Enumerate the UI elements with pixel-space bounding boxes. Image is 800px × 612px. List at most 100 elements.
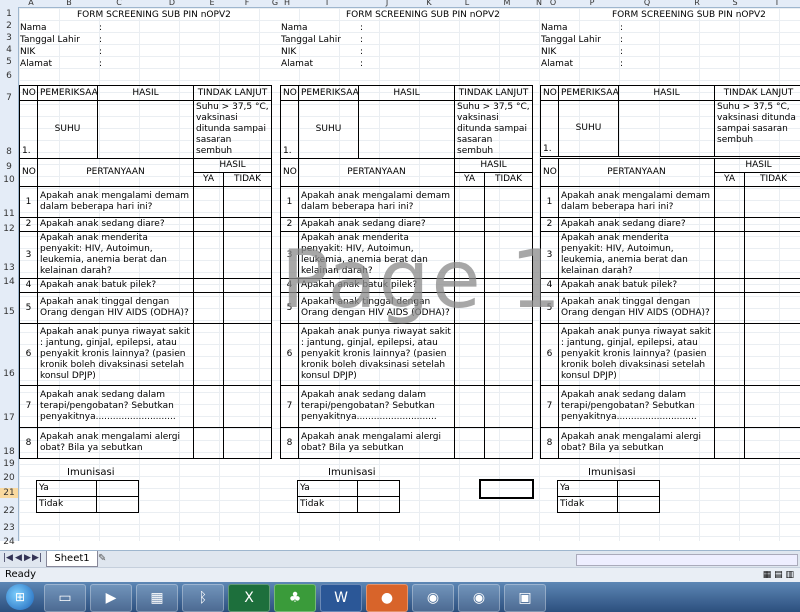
answer-tidak-cell[interactable] <box>744 231 800 279</box>
row-header[interactable]: 18 <box>0 447 18 457</box>
column-header[interactable]: I <box>320 0 334 7</box>
row-header[interactable]: 23 <box>0 523 18 533</box>
view-buttons[interactable]: ▦ ▤ ▥ <box>763 568 794 582</box>
row-header[interactable]: 7 <box>0 93 18 103</box>
answer-ya-cell[interactable] <box>193 292 224 324</box>
row-header[interactable]: 20 <box>0 473 18 483</box>
row-header[interactable]: 5 <box>0 57 18 67</box>
row-header[interactable]: 22 <box>0 506 18 516</box>
answer-ya-cell[interactable] <box>714 292 745 324</box>
answer-tidak-cell[interactable] <box>223 292 272 324</box>
column-header[interactable]: C <box>112 0 126 7</box>
word-icon[interactable]: W <box>320 584 362 612</box>
row-header-selected[interactable]: 21 <box>0 488 18 498</box>
sheet-tab-sheet1[interactable]: Sheet1 <box>46 551 98 567</box>
column-header[interactable]: D <box>165 0 179 7</box>
next-sheet-icon[interactable]: ▶ <box>24 553 31 563</box>
answer-ya-cell[interactable] <box>714 278 745 293</box>
answer-tidak-cell[interactable] <box>223 231 272 279</box>
row-header[interactable]: 6 <box>0 71 18 81</box>
column-header[interactable]: K <box>422 0 436 7</box>
explorer-icon[interactable]: ▭ <box>44 584 86 612</box>
answer-ya-cell[interactable] <box>193 278 224 293</box>
row-header[interactable]: 17 <box>0 413 18 423</box>
suhu-hasil-cell[interactable] <box>97 100 194 159</box>
answer-tidak-cell[interactable] <box>744 385 800 428</box>
column-header[interactable]: S <box>728 0 742 7</box>
answer-tidak-cell[interactable] <box>744 186 800 218</box>
windows-start-icon[interactable]: ⊞ <box>6 584 34 610</box>
answer-ya-cell[interactable] <box>193 323 224 386</box>
answer-ya-cell[interactable] <box>454 427 485 459</box>
answer-tidak-cell[interactable] <box>223 278 272 293</box>
answer-tidak-cell[interactable] <box>484 217 533 232</box>
horizontal-scrollbar[interactable] <box>576 554 798 566</box>
chrome-icon[interactable]: ◉ <box>458 584 500 612</box>
answer-ya-cell[interactable] <box>193 186 224 218</box>
row-header[interactable]: 16 <box>0 369 18 379</box>
column-header[interactable]: A <box>24 0 38 7</box>
column-header[interactable]: T <box>770 0 784 7</box>
answer-tidak-cell[interactable] <box>484 186 533 218</box>
row-header[interactable]: 2 <box>0 21 18 31</box>
row-header[interactable]: 3 <box>0 33 18 43</box>
answer-ya-cell[interactable] <box>454 186 485 218</box>
column-header[interactable]: L <box>460 0 474 7</box>
column-header[interactable]: M <box>500 0 514 7</box>
suhu-hasil-cell[interactable] <box>618 100 715 157</box>
answer-ya-cell[interactable] <box>714 427 745 459</box>
answer-tidak-cell[interactable] <box>744 292 800 324</box>
row-header[interactable]: 9 <box>0 162 18 172</box>
answer-ya-cell[interactable] <box>714 217 745 232</box>
column-header[interactable]: E <box>205 0 219 7</box>
insert-sheet-icon[interactable]: ✎ <box>98 553 106 564</box>
row-header[interactable]: 1 <box>0 9 18 19</box>
answer-tidak-cell[interactable] <box>484 323 533 386</box>
answer-tidak-cell[interactable] <box>484 427 533 459</box>
imunisasi-tidak-cell[interactable] <box>617 496 660 513</box>
column-header[interactable]: H <box>280 0 294 7</box>
suhu-hasil-cell[interactable] <box>358 100 455 159</box>
network-icon[interactable]: ▣ <box>504 584 546 612</box>
firefox-icon[interactable]: ● <box>366 584 408 612</box>
chrome-icon[interactable]: ◉ <box>412 584 454 612</box>
answer-tidak-cell[interactable] <box>744 217 800 232</box>
imunisasi-ya-cell[interactable] <box>617 480 660 497</box>
answer-ya-cell[interactable] <box>193 231 224 279</box>
answer-tidak-cell[interactable] <box>744 323 800 386</box>
bluetooth-icon[interactable]: ᛒ <box>182 584 224 612</box>
row-header[interactable]: 12 <box>0 224 18 234</box>
answer-ya-cell[interactable] <box>714 323 745 386</box>
row-header[interactable]: 19 <box>0 459 18 469</box>
column-header[interactable]: Q <box>640 0 654 7</box>
answer-ya-cell[interactable] <box>714 186 745 218</box>
row-header[interactable]: 14 <box>0 277 18 287</box>
prev-sheet-icon[interactable]: ◀ <box>15 553 22 563</box>
row-header[interactable]: 24 <box>0 537 18 547</box>
column-header[interactable]: R <box>690 0 704 7</box>
answer-tidak-cell[interactable] <box>484 385 533 428</box>
answer-ya-cell[interactable] <box>714 231 745 279</box>
imunisasi-ya-cell[interactable] <box>357 480 400 497</box>
column-header[interactable]: P <box>585 0 599 7</box>
answer-ya-cell[interactable] <box>193 217 224 232</box>
imunisasi-ya-cell[interactable] <box>96 480 139 497</box>
calculator-icon[interactable]: ▦ <box>136 584 178 612</box>
evernote-icon[interactable]: ♣ <box>274 584 316 612</box>
active-cell[interactable] <box>479 479 534 499</box>
column-header[interactable]: N <box>532 0 546 7</box>
last-sheet-icon[interactable]: ▶| <box>32 553 42 563</box>
imunisasi-tidak-cell[interactable] <box>96 496 139 513</box>
answer-ya-cell[interactable] <box>454 385 485 428</box>
answer-tidak-cell[interactable] <box>223 427 272 459</box>
answer-ya-cell[interactable] <box>714 385 745 428</box>
answer-tidak-cell[interactable] <box>744 427 800 459</box>
first-sheet-icon[interactable]: |◀ <box>3 553 13 563</box>
row-header[interactable]: 8 <box>0 147 18 157</box>
answer-tidak-cell[interactable] <box>223 385 272 428</box>
excel-icon[interactable]: X <box>228 584 270 612</box>
imunisasi-tidak-cell[interactable] <box>357 496 400 513</box>
answer-tidak-cell[interactable] <box>744 278 800 293</box>
answer-tidak-cell[interactable] <box>223 217 272 232</box>
answer-ya-cell[interactable] <box>193 385 224 428</box>
